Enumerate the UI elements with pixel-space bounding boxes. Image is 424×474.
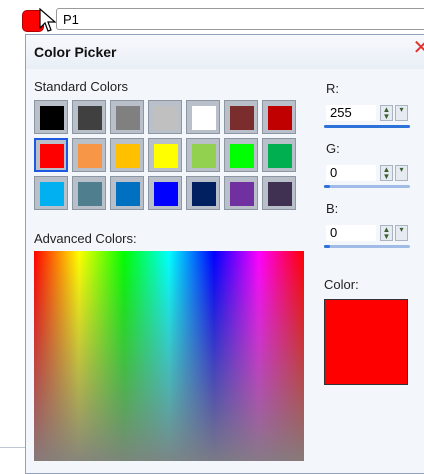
standard-color-cell[interactable]: [262, 138, 296, 172]
top-bar: P1: [0, 0, 424, 34]
color-picker-dialog: Color Picker ✕ Standard Colors R: 255 ▲ ▼…: [25, 34, 424, 474]
standard-color-cell[interactable]: [34, 100, 68, 134]
color-chip: [40, 144, 64, 168]
standard-color-cell[interactable]: [186, 138, 220, 172]
color-chip: [78, 106, 102, 130]
standard-color-cell[interactable]: [262, 176, 296, 210]
color-chip: [154, 144, 178, 168]
g-spinner[interactable]: ▲ ▼ ▾: [380, 165, 408, 181]
color-chip: [230, 182, 254, 206]
g-label: G:: [326, 141, 340, 156]
color-chip: [116, 106, 140, 130]
standard-color-cell[interactable]: [34, 138, 68, 172]
color-chip: [268, 106, 292, 130]
close-icon[interactable]: ✕: [409, 36, 424, 62]
color-chip: [230, 106, 254, 130]
standard-colors-grid: [34, 100, 298, 212]
g-value-input[interactable]: 0: [326, 165, 376, 181]
g-slider[interactable]: [324, 185, 410, 188]
mouse-cursor-icon: [39, 8, 57, 32]
standard-color-cell[interactable]: [148, 138, 182, 172]
color-chip: [78, 144, 102, 168]
b-dropdown-button[interactable]: ▾: [395, 225, 408, 241]
b-increment-button[interactable]: ▲ ▼: [380, 225, 393, 241]
standard-color-cell[interactable]: [110, 100, 144, 134]
standard-color-cell[interactable]: [224, 138, 258, 172]
r-dropdown-button[interactable]: ▾: [395, 105, 408, 121]
color-chip: [192, 106, 216, 130]
color-label: Color:: [324, 277, 359, 292]
r-label: R:: [326, 81, 339, 96]
color-chip: [40, 106, 64, 130]
standard-color-cell[interactable]: [262, 100, 296, 134]
standard-color-cell[interactable]: [72, 100, 106, 134]
dialog-header: Color Picker ✕: [26, 35, 424, 69]
color-chip: [268, 182, 292, 206]
standard-colors-label: Standard Colors: [34, 79, 128, 94]
advanced-colors-label: Advanced Colors:: [34, 231, 137, 246]
r-value-input[interactable]: 255: [326, 105, 376, 121]
dialog-title: Color Picker: [34, 44, 117, 60]
b-value-input[interactable]: 0: [326, 225, 376, 241]
r-slider[interactable]: [324, 125, 410, 128]
standard-color-cell[interactable]: [34, 176, 68, 210]
r-spinner[interactable]: ▲ ▼ ▾: [380, 105, 408, 121]
color-chip: [268, 144, 292, 168]
standard-color-cell[interactable]: [110, 138, 144, 172]
standard-color-cell[interactable]: [110, 176, 144, 210]
color-chip: [116, 144, 140, 168]
standard-color-cell[interactable]: [186, 100, 220, 134]
color-chip: [154, 182, 178, 206]
color-chip: [40, 182, 64, 206]
standard-color-cell[interactable]: [148, 100, 182, 134]
divider-line: [0, 447, 25, 448]
standard-color-cell[interactable]: [72, 138, 106, 172]
color-chip: [154, 106, 178, 130]
standard-color-cell[interactable]: [224, 176, 258, 210]
color-preview: [324, 299, 408, 385]
color-chip: [78, 182, 102, 206]
color-chip: [116, 182, 140, 206]
b-spinner[interactable]: ▲ ▼ ▾: [380, 225, 408, 241]
color-chip: [192, 182, 216, 206]
color-chip: [230, 144, 254, 168]
standard-color-cell[interactable]: [72, 176, 106, 210]
g-increment-button[interactable]: ▲ ▼: [380, 165, 393, 181]
advanced-colors-area[interactable]: [34, 251, 304, 461]
advanced-color-spectrum[interactable]: [34, 251, 304, 461]
standard-color-cell[interactable]: [224, 100, 258, 134]
standard-color-cell[interactable]: [148, 176, 182, 210]
b-label: B:: [326, 201, 339, 216]
standard-color-cell[interactable]: [186, 176, 220, 210]
r-increment-button[interactable]: ▲ ▼: [380, 105, 393, 121]
name-input[interactable]: P1: [56, 8, 424, 30]
b-slider[interactable]: [324, 245, 410, 248]
color-chip: [192, 144, 216, 168]
g-dropdown-button[interactable]: ▾: [395, 165, 408, 181]
